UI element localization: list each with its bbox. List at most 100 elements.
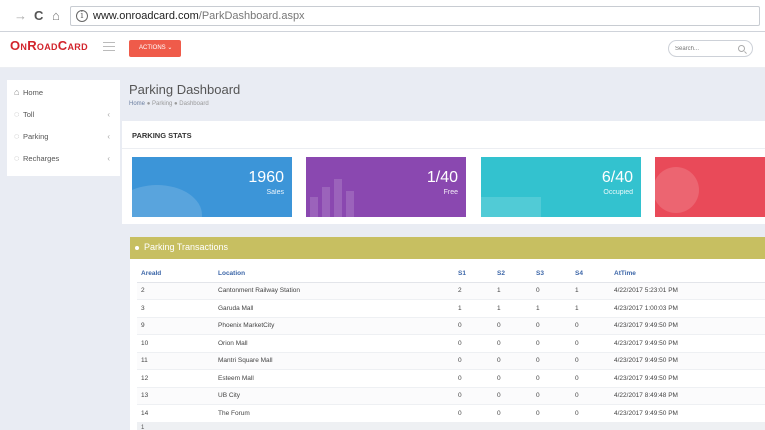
table-cell: 0 [532,404,571,423]
pin-icon: ◌ [14,153,20,163]
table-cell: 13 [137,387,214,405]
sidebar-item-label: Toll [23,110,35,119]
app-header: OnRoadCard ACTIONS ⌄ [0,32,765,68]
search-icon[interactable] [738,45,745,52]
table-cell: 0 [493,352,532,370]
table-cell: 0 [454,334,493,353]
table-cell: 4/23/2017 1:00:03 PM [610,299,765,318]
stats-title: PARKING STATS [132,131,192,140]
table-row[interactable]: 3 Garuda Mall 1 1 1 1 4/23/2017 1:00:03 … [137,299,765,318]
table-cell: 4/23/2017 9:49:50 PM [610,334,765,353]
back-arrow-icon[interactable]: → [14,8,27,24]
tile-bar-decoration [322,187,330,217]
table-cell: 4/23/2017 9:49:50 PM [610,317,765,335]
sidebar-item-toll[interactable]: ◌ Toll ‹ [7,105,120,125]
tile-bar-decoration [310,197,318,217]
chevron-left-icon: ‹ [107,132,110,141]
table-cell: 4/23/2017 9:49:50 PM [610,352,765,370]
column-header[interactable]: AreaId [137,265,214,283]
table-cell: 0 [571,317,610,335]
stat-tile-extra[interactable] [655,157,765,217]
table-cell: Esteem Mall [214,369,454,388]
breadcrumb-parking[interactable]: Parking [152,101,172,107]
table-cell: 1 [571,282,610,300]
table-cell: 0 [454,404,493,423]
tile-decoration [481,197,541,217]
actions-button[interactable]: ACTIONS ⌄ [129,40,181,57]
menu-toggle-icon[interactable] [103,42,115,51]
table-cell: 0 [571,387,610,405]
breadcrumb-home[interactable]: Home [129,101,145,107]
table-cell: 0 [532,334,571,353]
stat-tile-free[interactable]: 1/40 Free [306,157,466,217]
stat-label: Sales [266,189,284,196]
table-row[interactable]: 12 Esteem Mall 0 0 0 0 4/23/2017 9:49:50… [137,369,765,388]
globe-icon [655,167,699,213]
stat-label: Free [443,189,458,196]
table-row[interactable]: 2 Cantonment Railway Station 2 1 0 1 4/2… [137,282,765,300]
stat-tile-sales[interactable]: 1960 Sales [132,157,292,217]
tile-decoration [132,185,202,217]
sidebar-item-parking[interactable]: ◌ Parking ‹ [7,127,120,147]
sidebar-item-home[interactable]: ⌂ Home [7,83,120,103]
column-header[interactable]: S4 [571,265,610,283]
table-row[interactable]: 10 Orion Mall 0 0 0 0 4/23/2017 9:49:50 … [137,334,765,353]
table-cell: 2 [454,282,493,300]
table-cell: 0 [454,317,493,335]
sidebar-item-label: Parking [23,132,49,141]
table-cell: Cantonment Railway Station [214,282,454,300]
address-bar[interactable]: i www.onroadcard.com/ParkDashboard.aspx [70,6,760,26]
reload-icon[interactable]: C [34,8,43,24]
page-title: Parking Dashboard [129,82,241,97]
sidebar-item-label: Home [23,88,44,97]
table-cell: Orion Mall [214,334,454,353]
column-header[interactable]: S1 [454,265,493,283]
table-cell: 1 [571,299,610,318]
table-cell: 12 [137,369,214,388]
table-cell: 0 [532,317,571,335]
table-row[interactable]: 11 Mantri Square Mall 0 0 0 0 4/23/2017 … [137,352,765,370]
column-header[interactable]: S3 [532,265,571,283]
table-row[interactable]: 9 Phoenix MarketCity 0 0 0 0 4/23/2017 9… [137,317,765,335]
table-cell: 0 [493,387,532,405]
transactions-table-wrap: AreaId Location S1 S2 S3 S4 AtTime 2 Can… [137,265,765,430]
table-cell: 0 [532,387,571,405]
table-cell: 0 [571,352,610,370]
table-row[interactable]: 13 UB City 0 0 0 0 4/22/2017 8:49:48 PM [137,387,765,405]
column-header[interactable]: Location [214,265,454,283]
url-text: www.onroadcard.com/ParkDashboard.aspx [93,10,305,22]
table-cell: 0 [571,369,610,388]
table-cell: 0 [493,369,532,388]
parking-stats-panel: PARKING STATS 1960 Sales 1/40 Free 6/40 … [122,121,765,224]
tile-bar-decoration [334,179,342,217]
table-cell: 4/22/2017 8:49:48 PM [610,387,765,405]
table-cell: 11 [137,352,214,370]
logo[interactable]: OnRoadCard [10,38,88,53]
table-cell: Phoenix MarketCity [214,317,454,335]
table-cell: 2 [137,282,214,300]
table-row-partial: 1 [137,422,765,430]
table-cell: 3 [137,299,214,318]
table-cell: Mantri Square Mall [214,352,454,370]
stat-tile-occupied[interactable]: 6/40 Occupied [481,157,641,217]
sidebar-item-recharges[interactable]: ◌ Recharges ‹ [7,149,120,169]
table-cell: 0 [454,352,493,370]
chevron-left-icon: ‹ [107,154,110,163]
table-row[interactable]: 14 The Forum 0 0 0 0 4/23/2017 9:49:50 P… [137,404,765,423]
column-header[interactable]: AtTime [610,265,765,283]
stat-value: 1960 [248,169,284,186]
breadcrumb: Home ● Parking ● Dashboard [129,101,209,107]
table-cell: 0 [532,352,571,370]
table-cell: 4/23/2017 9:49:50 PM [610,369,765,388]
search-input[interactable] [675,43,735,55]
stat-value: 6/40 [601,169,633,186]
info-icon[interactable]: i [76,10,88,22]
column-header[interactable]: S2 [493,265,532,283]
home-icon[interactable]: ⌂ [52,8,60,24]
table-cell: 1 [493,299,532,318]
search-box[interactable] [668,40,753,57]
transactions-panel: Parking Transactions AreaId Location S1 … [130,237,765,430]
breadcrumb-dashboard: Dashboard [179,101,209,107]
divider [122,148,765,149]
sidebar-item-label: Recharges [23,154,60,163]
